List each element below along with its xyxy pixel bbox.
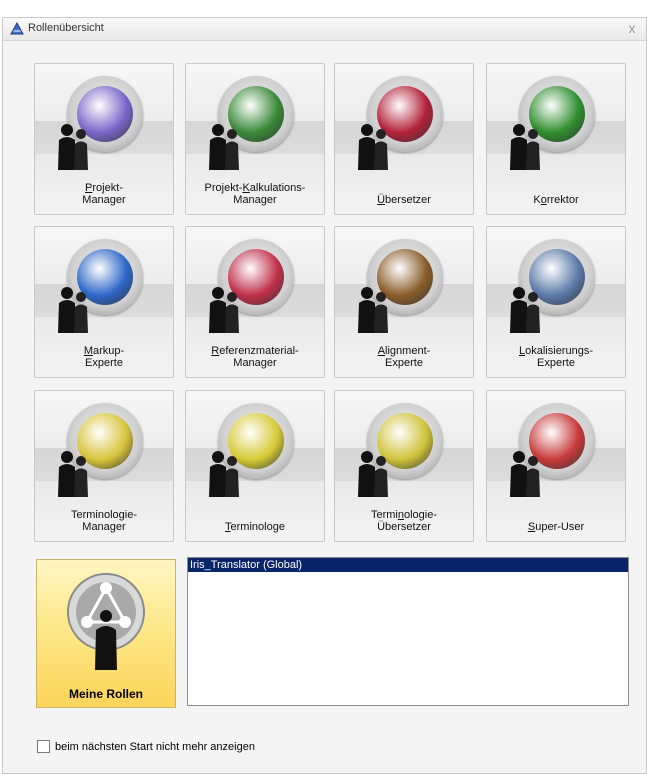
role-label: Terminologie- Manager (39, 509, 169, 533)
role-label: Terminologe (190, 521, 320, 533)
role-label-line: Experte (85, 357, 123, 369)
role-label: Markup- Experte (39, 345, 169, 369)
role-tile-5[interactable]: Markup- Experte (34, 226, 174, 378)
role-label: Alignment- Experte (339, 345, 469, 369)
role-label-line: Manager (82, 194, 126, 206)
role-label-line: Referenzmaterial- (211, 345, 299, 357)
person-silhouette-icon (510, 124, 540, 170)
role-label: Projekt-Kalkulations- Manager (190, 182, 320, 206)
person-silhouette-icon (58, 451, 88, 497)
role-tile-12[interactable]: Super-User (486, 390, 626, 542)
title-bar: Rollenübersicht x (3, 18, 646, 41)
role-label-line: Experte (385, 357, 423, 369)
role-label: Übersetzer (339, 194, 469, 206)
role-label-line: Terminologe (225, 521, 285, 533)
my-roles-button[interactable]: Meine Rollen (36, 559, 176, 708)
role-label: Referenzmaterial- Manager (190, 345, 320, 369)
app-triangle-icon (10, 21, 24, 36)
person-silhouette-icon (58, 287, 88, 333)
role-listbox[interactable]: Iris_Translator (Global) (187, 557, 629, 706)
person-silhouette-icon (209, 451, 239, 497)
role-tile-6[interactable]: Referenzmaterial- Manager (185, 226, 325, 378)
role-tile-11[interactable]: Terminologie- Übersetzer (334, 390, 474, 542)
role-label-line: Übersetzer (377, 521, 431, 533)
window-title: Rollenübersicht (28, 22, 104, 34)
role-label-line: Übersetzer (377, 194, 431, 206)
dont-show-label: beim nächsten Start nicht mehr anzeigen (55, 740, 255, 753)
role-label-line: Alignment- (377, 345, 431, 357)
person-silhouette-icon (209, 124, 239, 170)
person-silhouette-icon (58, 124, 88, 170)
role-label: Projekt- Manager (39, 182, 169, 206)
dont-show-checkbox[interactable] (37, 740, 50, 753)
my-roles-label: Meine Rollen (68, 687, 143, 701)
close-button[interactable]: x (624, 20, 640, 36)
role-label-line: Manager (82, 521, 126, 533)
role-label-line: Markup- (83, 345, 125, 357)
role-tile-4[interactable]: Korrektor (486, 63, 626, 215)
person-silhouette-icon (209, 287, 239, 333)
role-label: Korrektor (491, 194, 621, 206)
person-silhouette-icon (510, 451, 540, 497)
role-label-line: Manager (233, 194, 277, 206)
role-tile-10[interactable]: Terminologe (185, 390, 325, 542)
role-label-line: Projekt-Kalkulations- (204, 182, 306, 194)
role-tile-8[interactable]: Lokalisierungs- Experte (486, 226, 626, 378)
person-silhouette-icon (510, 287, 540, 333)
role-label-line: Experte (537, 357, 575, 369)
role-tile-2[interactable]: Projekt-Kalkulations- Manager (185, 63, 325, 215)
role-label-line: Manager (233, 357, 277, 369)
role-tile-1[interactable]: Projekt- Manager (34, 63, 174, 215)
role-label: Terminologie- Übersetzer (339, 509, 469, 533)
role-label: Super-User (491, 521, 621, 533)
role-label-line: Terminologie- (70, 509, 138, 521)
person-silhouette-icon (358, 287, 388, 333)
dont-show-row: beim nächsten Start nicht mehr anzeigen (37, 740, 255, 753)
role-label-line: Korrektor (533, 194, 579, 206)
role-tile-3[interactable]: Übersetzer (334, 63, 474, 215)
person-silhouette-icon (358, 124, 388, 170)
roles-dialog: Rollenübersicht x Projekt- Manager Projekt… (2, 17, 647, 774)
role-tile-9[interactable]: Terminologie- Manager (34, 390, 174, 542)
role-label-line: Projekt- (85, 182, 123, 194)
network-people-icon (67, 573, 145, 670)
role-label-line: Super-User (527, 521, 585, 533)
role-tile-7[interactable]: Alignment- Experte (334, 226, 474, 378)
person-silhouette-icon (358, 451, 388, 497)
list-item[interactable]: Iris_Translator (Global) (188, 558, 628, 572)
role-label-line: Terminologie- (370, 509, 438, 521)
role-label: Lokalisierungs- Experte (491, 345, 621, 369)
role-label-line: Lokalisierungs- (519, 345, 593, 357)
